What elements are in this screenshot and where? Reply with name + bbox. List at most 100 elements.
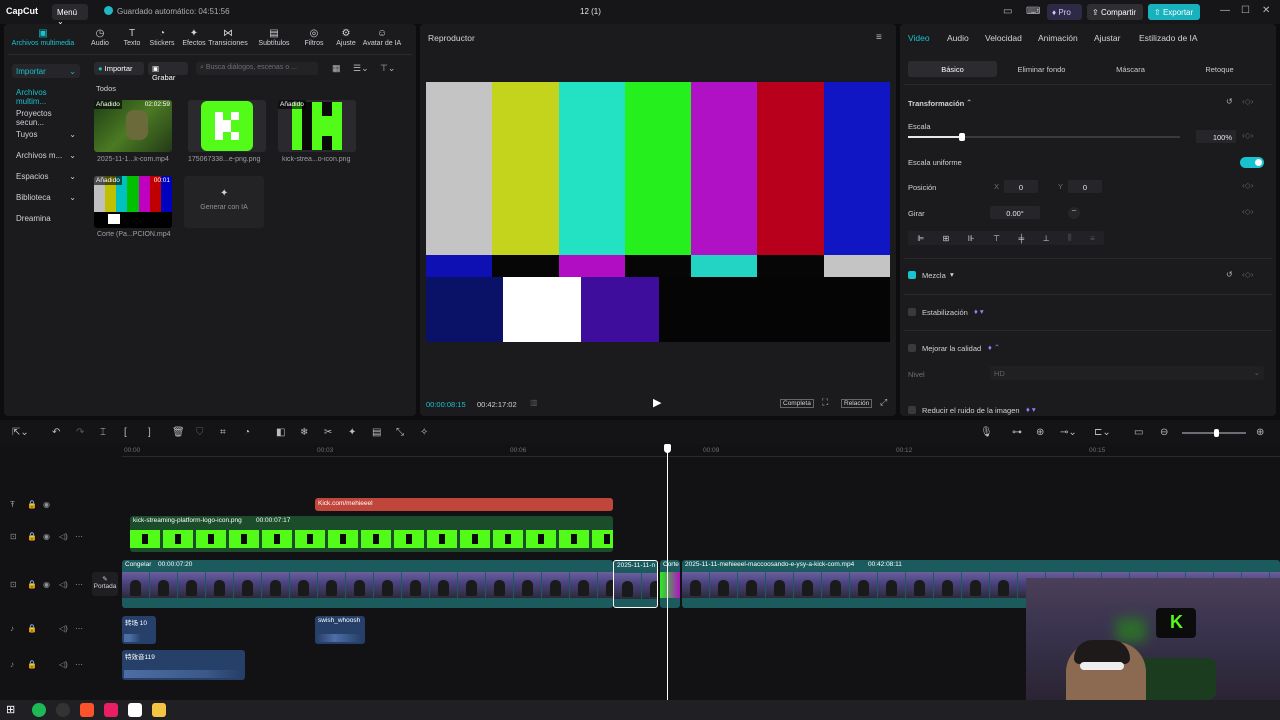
rotate-dial-icon[interactable]: – (1068, 207, 1080, 219)
obs-icon[interactable] (56, 703, 70, 717)
eye-icon[interactable]: ◉ (43, 532, 50, 541)
level-select[interactable]: HD ⌄ (990, 366, 1264, 380)
undo-icon[interactable]: ↶ (52, 427, 60, 438)
inspector-subtab-3[interactable]: Retoque (1175, 61, 1264, 77)
distribute-h-icon[interactable]: ⫼ (1068, 233, 1072, 243)
more-icon[interactable]: ⋯ (75, 580, 83, 589)
split-icon[interactable]: ⌶ (100, 427, 106, 438)
search-input[interactable]: ⌕ Busca diálogos, escenas o ... (196, 62, 318, 75)
inspector-tab-0[interactable]: Video (908, 33, 930, 43)
align-bottom-icon[interactable]: ⊥ (1043, 234, 1050, 243)
media-item-image-3[interactable]: Añadido (278, 100, 356, 152)
tab-transiciones[interactable]: ⋈ Transiciones (208, 28, 248, 47)
select-cursor-icon[interactable]: ⇱⌄ (12, 427, 29, 438)
resize-icon[interactable]: ⤡ (396, 427, 404, 438)
record-button[interactable]: ▣ Grabar (148, 62, 188, 82)
caption-icon[interactable]: ▤ (372, 427, 381, 438)
timeline-toggle-icon[interactable]: ▥ (530, 398, 538, 407)
reset-icon[interactable]: ↺ (1226, 270, 1233, 279)
fit-icon[interactable]: ⛶ (822, 397, 828, 408)
trim-left-icon[interactable]: [ (124, 427, 127, 438)
screen-icon[interactable]: ▭ (1134, 427, 1143, 438)
player-menu-icon[interactable]: ≡ (876, 32, 882, 43)
pro-button[interactable]: ♦ Pro (1047, 4, 1082, 20)
sidebar-item-6[interactable]: Biblioteca ⌄ (12, 190, 80, 204)
keyframe-icon[interactable]: ‹◇› (1242, 131, 1253, 140)
sidebar-item-7[interactable]: Dreamina (12, 211, 80, 225)
tab-avatar-de-ia[interactable]: ☺ Avatar de IA (356, 28, 408, 47)
blend-checkbox[interactable] (908, 271, 916, 279)
speaker-icon[interactable]: ◁) (59, 660, 68, 669)
keyframe-icon[interactable]: ‹◇› (1242, 207, 1253, 216)
ratio-button[interactable]: Relación (841, 399, 873, 408)
more-icon[interactable]: ⋯ (75, 532, 83, 541)
export-button[interactable]: ⇧ Exportar (1148, 4, 1200, 20)
mirror-icon[interactable]: ◧ (276, 427, 285, 438)
speaker-icon[interactable]: ◁) (59, 532, 68, 541)
link-icon[interactable]: ⊶ (1012, 427, 1022, 438)
inspector-subtab-2[interactable]: Máscara (1086, 61, 1175, 77)
zoom-in-icon[interactable]: ⊕ (1256, 427, 1264, 438)
chevron-down-icon[interactable]: ▾ (950, 270, 954, 279)
zoom-slider[interactable] (1182, 429, 1246, 437)
distribute-v-icon[interactable]: ≡ (1090, 234, 1095, 243)
inspector-tab-5[interactable]: Estilizado de IA (1139, 33, 1198, 43)
windows-start-icon[interactable]: ⊞ (6, 703, 15, 716)
playhead-handle[interactable] (664, 444, 671, 453)
shortcut-icon[interactable]: ⌨ (1026, 6, 1040, 17)
cutout-icon[interactable]: ✂ (324, 427, 332, 438)
enhance-checkbox[interactable] (908, 344, 916, 352)
crop-icon[interactable]: ⌗ (220, 427, 226, 438)
speaker-icon[interactable]: ◁) (59, 624, 68, 633)
sidebar-item-4[interactable]: Archivos m... ⌄ (12, 148, 80, 162)
generate-ai-card[interactable]: ✦ Generar con IA (184, 176, 264, 228)
media-item-video-4[interactable]: Añadido 00:01 (94, 176, 172, 228)
media-item-video-1[interactable]: Añadido 02:02:59 (94, 100, 172, 152)
sidebar-item-2[interactable]: Proyectos secun... (12, 106, 80, 127)
align-left-icon[interactable]: ⊫ (917, 234, 924, 243)
scale-slider[interactable] (908, 133, 1180, 141)
denoise-checkbox[interactable] (908, 406, 916, 414)
inspector-tab-4[interactable]: Ajustar (1094, 33, 1120, 43)
position-x-input[interactable]: 0 (1004, 180, 1038, 193)
text-clip[interactable]: Kick.com/mehieeel (315, 498, 613, 511)
sidebar-item-3[interactable]: Tuyos ⌄ (12, 127, 80, 141)
audio-clip-effect[interactable]: 特效音119 (122, 650, 245, 680)
inspector-subtab-1[interactable]: Eliminar fondo (997, 61, 1086, 77)
keyframe-icon[interactable]: ‹◇› (1242, 270, 1253, 279)
magic-icon[interactable]: ✦ (348, 427, 356, 438)
ai-icon[interactable]: ✧ (420, 427, 428, 438)
position-y-input[interactable]: 0 (1068, 180, 1102, 193)
rotate-input[interactable]: 0.00° (990, 206, 1040, 219)
slider-handle[interactable] (959, 133, 965, 141)
more-icon[interactable]: ⋯ (75, 624, 83, 633)
audio-clip-transition[interactable]: 转场 10 (122, 616, 156, 644)
inspector-tab-1[interactable]: Audio (947, 33, 969, 43)
media-item-image-2[interactable] (188, 100, 266, 152)
chain-icon[interactable]: ⊸⌄ (1060, 427, 1077, 438)
main-clip-frozen[interactable]: Congelar 00:00:07:20 (122, 560, 613, 608)
tab-archivos-multimedia[interactable]: ▣ Archivos multimedia (8, 28, 78, 47)
sidebar-item-0[interactable]: Importar ⌄ (12, 64, 80, 78)
app-icon[interactable] (104, 703, 118, 717)
file-explorer-icon[interactable] (152, 703, 166, 717)
snap-icon[interactable]: ⊕ (1036, 427, 1044, 438)
lock-icon[interactable]: 🔒 (27, 580, 37, 589)
close-icon[interactable]: ✕ (1262, 5, 1270, 16)
inspector-subtab-0[interactable]: Básico (908, 61, 997, 77)
delete-icon[interactable]: 🗑 (172, 427, 185, 438)
audio-clip-whoosh[interactable]: swish_whoosh (315, 616, 365, 644)
uniform-scale-toggle[interactable] (1240, 157, 1264, 168)
full-quality-button[interactable]: Completa (780, 399, 814, 408)
sidebar-item-1[interactable]: Archivos multim... (12, 85, 80, 106)
stabilization-checkbox[interactable] (908, 308, 916, 316)
align-right-icon[interactable]: ⊪ (968, 234, 975, 243)
lock-icon[interactable]: 🔒 (27, 500, 37, 509)
inspector-tab-3[interactable]: Animación (1038, 33, 1078, 43)
align-center-v-icon[interactable]: ╪ (1019, 234, 1025, 243)
tab-subt-tulos[interactable]: ▤ Subtítulos (254, 28, 294, 47)
cut-clip[interactable]: Corte (660, 560, 680, 608)
lock-icon[interactable]: 🔒 (27, 624, 37, 633)
playhead[interactable] (667, 444, 668, 700)
menu-button[interactable]: Menú ⌄ (52, 4, 88, 26)
